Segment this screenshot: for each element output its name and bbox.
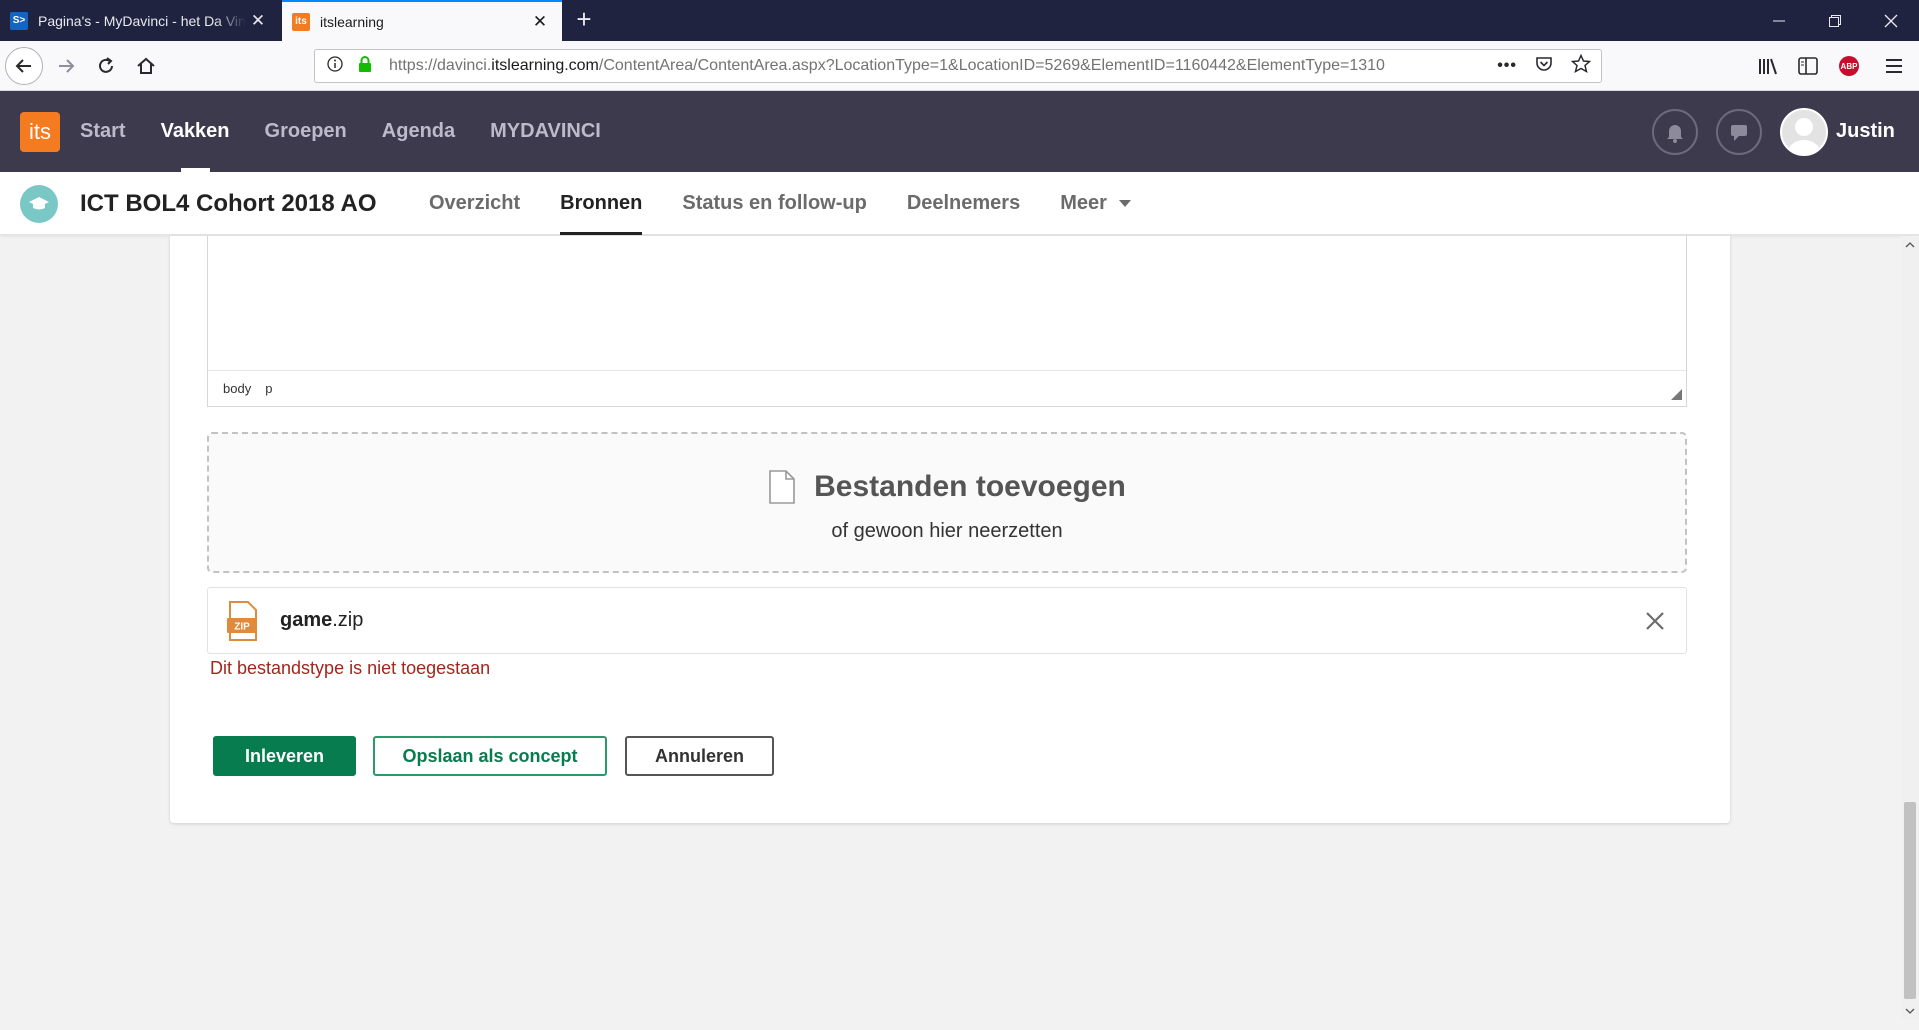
- rich-text-editor[interactable]: body p: [207, 236, 1687, 407]
- dropzone-hint: of gewoon hier neerzetten: [831, 520, 1063, 542]
- back-button[interactable]: [5, 47, 43, 85]
- save-draft-button[interactable]: Opslaan als concept: [373, 736, 607, 776]
- info-icon[interactable]: [325, 55, 345, 77]
- editor-path-p[interactable]: p: [265, 381, 272, 396]
- tab-meer-label: Meer: [1060, 192, 1107, 214]
- forward-button[interactable]: [48, 48, 84, 84]
- add-files-label[interactable]: Bestanden toevoegen: [814, 470, 1126, 504]
- remove-file-close-icon[interactable]: [1642, 608, 1668, 634]
- tab-bronnen[interactable]: Bronnen: [560, 172, 643, 235]
- chevron-down-icon: [1118, 200, 1131, 208]
- tab-close-icon[interactable]: ✕: [528, 12, 552, 32]
- adblock-plus-icon: ABP: [1839, 56, 1859, 76]
- main-nav: Start Vakken Groepen Agenda MYDAVINCI: [80, 91, 636, 172]
- tab-title: itslearning: [320, 13, 384, 30]
- file-dropzone[interactable]: Bestanden toevoegen of gewoon hier neerz…: [207, 432, 1687, 573]
- scrollbar-thumb[interactable]: [1904, 802, 1916, 999]
- tab-status-en-follow-up[interactable]: Status en follow-up: [682, 172, 866, 235]
- chat-bubble-icon: [1731, 125, 1747, 141]
- nav-groepen[interactable]: Groepen: [265, 91, 347, 172]
- uploaded-file-item: ZIP game.zip: [207, 587, 1687, 654]
- scroll-down-icon[interactable]: [1901, 1002, 1919, 1020]
- arrow-left-icon: [15, 59, 31, 73]
- nav-vakken[interactable]: Vakken: [161, 91, 230, 172]
- tab-close-icon[interactable]: ✕: [246, 11, 270, 31]
- user-silhouette-icon: [1787, 118, 1821, 154]
- zip-file-icon: ZIP: [227, 600, 257, 641]
- sharepoint-favicon-icon: S>: [10, 11, 28, 30]
- sidebar-toggle-icon[interactable]: [1796, 54, 1820, 78]
- browser-toolbar: https://davinci.itslearning.com/ContentA…: [0, 41, 1919, 91]
- course-tabs: Overzicht Bronnen Status en follow-up De…: [429, 172, 1171, 235]
- nav-start[interactable]: Start: [80, 91, 126, 172]
- tab-meer[interactable]: Meer: [1060, 172, 1131, 235]
- tab-deelnemers[interactable]: Deelnemers: [907, 172, 1020, 235]
- page-actions-more-icon[interactable]: •••: [1497, 57, 1517, 75]
- notifications-button[interactable]: [1652, 109, 1698, 155]
- new-tab-button[interactable]: +: [568, 4, 600, 36]
- course-title: ICT BOL4 Cohort 2018 AO: [80, 190, 377, 217]
- tab-title: Pagina's - MyDavinci - het Da Vinci Coll…: [38, 12, 246, 29]
- nav-agenda[interactable]: Agenda: [382, 91, 455, 172]
- itslearning-favicon-icon: its: [292, 12, 310, 31]
- reload-icon: [99, 57, 113, 73]
- resize-grip-icon[interactable]: [1671, 389, 1682, 400]
- home-button[interactable]: [128, 48, 164, 84]
- reload-button[interactable]: [88, 48, 124, 84]
- messages-button[interactable]: [1716, 109, 1762, 155]
- library-icon[interactable]: [1756, 54, 1780, 78]
- file-type-error: Dit bestandstype is niet toegestaan: [210, 658, 491, 678]
- itslearning-logo[interactable]: its: [20, 112, 60, 152]
- browser-tab-strip: S> Pagina's - MyDavinci - het Da Vinci C…: [0, 0, 1919, 41]
- file-name: game.zip: [280, 609, 364, 631]
- avatar[interactable]: [1780, 108, 1828, 156]
- submit-button[interactable]: Inleveren: [213, 736, 356, 776]
- course-header: ICT BOL4 Cohort 2018 AO Overzicht Bronne…: [0, 172, 1919, 235]
- browser-tab-itslearning[interactable]: its itslearning ✕: [282, 0, 562, 41]
- page-scrollbar[interactable]: [1901, 236, 1919, 1020]
- tab-overzicht[interactable]: Overzicht: [429, 172, 520, 235]
- svg-text:ZIP: ZIP: [234, 621, 250, 632]
- url-text: https://davinci.itslearning.com/ContentA…: [389, 57, 1385, 74]
- user-name[interactable]: Justin: [1836, 91, 1895, 172]
- pocket-icon[interactable]: [1535, 55, 1553, 78]
- app-header: its Start Vakken Groepen Agenda MYDAVINC…: [0, 91, 1919, 172]
- hamburger-menu-icon[interactable]: [1882, 54, 1906, 78]
- adblock-plus-button[interactable]: ABP: [1837, 54, 1861, 78]
- scroll-up-icon[interactable]: [1901, 236, 1919, 254]
- lock-icon[interactable]: [355, 55, 375, 77]
- graduation-cap-icon: [20, 185, 58, 223]
- bell-icon: [1667, 125, 1683, 143]
- editor-status-path: body p: [208, 370, 1686, 406]
- cancel-button[interactable]: Annuleren: [625, 736, 774, 776]
- arrow-right-icon: [59, 59, 75, 73]
- restore-window-icon[interactable]: [1807, 0, 1863, 41]
- browser-tab-mydavinci[interactable]: S> Pagina's - MyDavinci - het Da Vinci C…: [0, 0, 280, 41]
- nav-mydavinci[interactable]: MYDAVINCI: [490, 91, 601, 172]
- url-bar[interactable]: https://davinci.itslearning.com/ContentA…: [314, 49, 1602, 83]
- editor-path-body[interactable]: body: [223, 381, 251, 396]
- minimize-window-icon[interactable]: [1751, 0, 1807, 41]
- document-icon: [769, 470, 795, 504]
- bookmark-star-icon[interactable]: [1570, 53, 1592, 79]
- home-icon: [137, 57, 155, 74]
- close-window-icon[interactable]: [1863, 0, 1919, 41]
